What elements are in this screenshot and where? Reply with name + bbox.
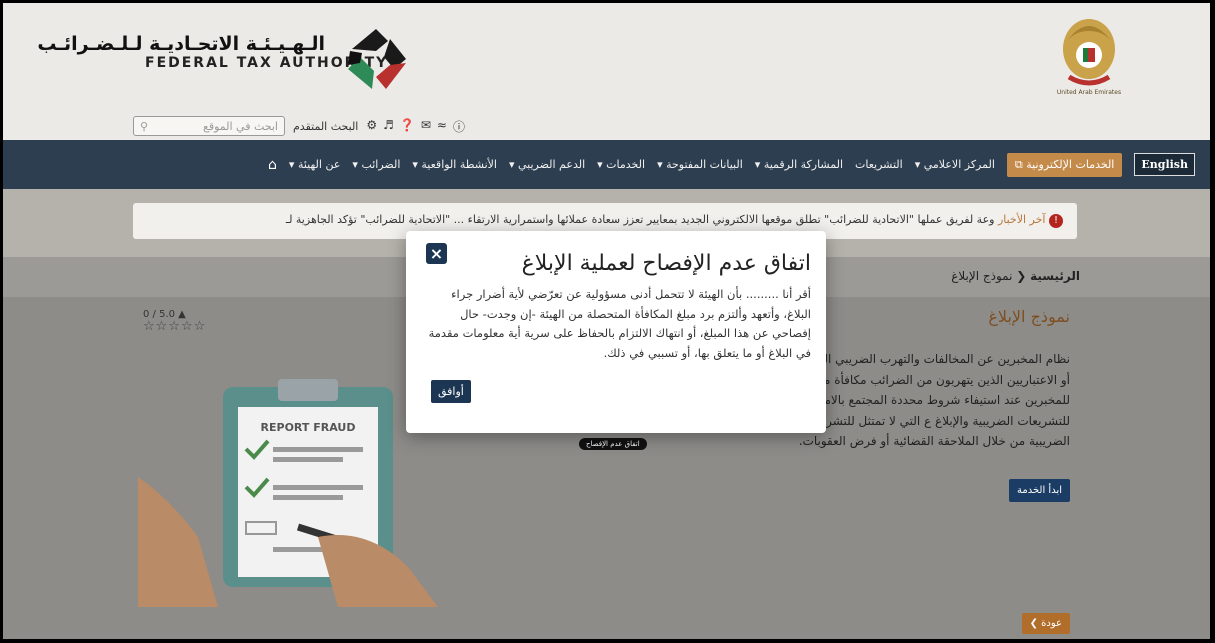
close-modal-button[interactable]: × xyxy=(426,243,447,264)
mail-icon[interactable]: ✉ xyxy=(421,118,431,135)
nav-item-media[interactable]: المركز الاعلامي ▾ xyxy=(915,158,995,171)
english-language-button[interactable]: English xyxy=(1134,153,1195,176)
advanced-search-link[interactable]: البحث المتقدم xyxy=(293,120,358,133)
uae-emblem-icon xyxy=(1063,19,1115,86)
nda-modal: × اتفاق عدم الإفصاح لعملية الإبلاغ أقر أ… xyxy=(406,231,826,433)
fta-logo-icon[interactable] xyxy=(340,23,412,95)
header-tools: ⚲ ابحث في الموقع البحث المتقدم ⚙ ♬ ❓ ✉ ≈… xyxy=(133,115,465,137)
breadcrumb-separator-icon: ❮ xyxy=(1012,269,1027,283)
search-icon[interactable]: ⚲ xyxy=(140,120,148,133)
nav-item-activities[interactable]: الأنشطة الواقعية ▾ xyxy=(412,158,497,171)
site-header: الـهـيـئـة الاتحـاديـة لـلـضـرائـب FEDER… xyxy=(3,3,1210,140)
page-title: نموذج الإبلاغ xyxy=(988,307,1070,326)
search-placeholder: ابحث في الموقع xyxy=(202,119,278,133)
alert-icon: ! xyxy=(1049,214,1063,228)
start-service-button[interactable]: ابدأ الخدمة xyxy=(1008,479,1070,502)
eservices-button[interactable]: الخدمات الإلكترونية ⧉ xyxy=(1006,152,1123,177)
home-icon[interactable]: ⌂ xyxy=(268,157,277,173)
settings-icon[interactable]: ⚙ xyxy=(366,118,377,135)
emblem-caption: United Arab Emirates xyxy=(1056,89,1122,96)
audio-icon[interactable]: ♬ xyxy=(383,118,394,135)
org-name-arabic: الـهـيـئـة الاتحـاديـة لـلـضـرائـب xyxy=(37,33,325,55)
main-navigation: ⌂ عن الهيئة ▾ الضرائب ▾ الأنشطة الواقعية… xyxy=(3,140,1210,189)
nav-item-digital[interactable]: المشاركة الرقمية ▾ xyxy=(755,158,843,171)
modal-body: أقر أنا ......... بأن الهيئة لا تتحمل أد… xyxy=(428,287,811,360)
ticker-label: آخر الأخبار xyxy=(997,213,1046,226)
ticker-text[interactable]: وعة لفريق عملها "الاتحادية للضرائب" تطلق… xyxy=(286,213,995,226)
agree-button[interactable]: أوافق xyxy=(431,380,471,403)
info-icon[interactable]: ⓘ xyxy=(453,118,465,135)
nav-item-legislation[interactable]: التشريعات xyxy=(855,158,903,171)
help-icon[interactable]: ❓ xyxy=(400,118,415,135)
back-button[interactable]: ❮ عودة xyxy=(1021,613,1070,634)
accessibility-tools: ⚙ ♬ ❓ ✉ ≈ ⓘ xyxy=(366,118,465,135)
nav-item-taxes[interactable]: الضرائب ▾ xyxy=(352,158,400,171)
breadcrumb-current: نموذج الإبلاغ xyxy=(951,269,1013,283)
ticker-content[interactable]: ! آخر الأخبار وعة لفريق عملها "الاتحادية… xyxy=(286,213,1063,228)
nav-item-tax-support[interactable]: الدعم الضريبي ▾ xyxy=(509,158,585,171)
modal-title: اتفاق عدم الإفصاح لعملية الإبلاغ xyxy=(521,251,811,276)
nav-item-about[interactable]: عن الهيئة ▾ xyxy=(289,158,340,171)
report-fraud-illustration: REPORT FRAUD xyxy=(138,379,438,607)
nav-item-services[interactable]: الخدمات ▾ xyxy=(597,158,645,171)
breadcrumb: الرئيسية ❮ نموذج الإبلاغ xyxy=(951,269,1080,283)
search-input[interactable]: ⚲ ابحث في الموقع xyxy=(133,116,285,136)
illustration-title: REPORT FRAUD xyxy=(261,421,356,434)
nav-item-open-data[interactable]: البيانات المفتوحة ▾ xyxy=(657,158,743,171)
page: الـهـيـئـة الاتحـاديـة لـلـضـرائـب FEDER… xyxy=(3,3,1210,639)
nda-link-pill[interactable]: اتفاق عدم الإفصاح xyxy=(579,438,647,450)
breadcrumb-home[interactable]: الرئيسية xyxy=(1030,269,1080,283)
rating-stars[interactable]: ☆☆☆☆☆ xyxy=(143,319,206,334)
wifi-icon[interactable]: ≈ xyxy=(437,118,447,135)
